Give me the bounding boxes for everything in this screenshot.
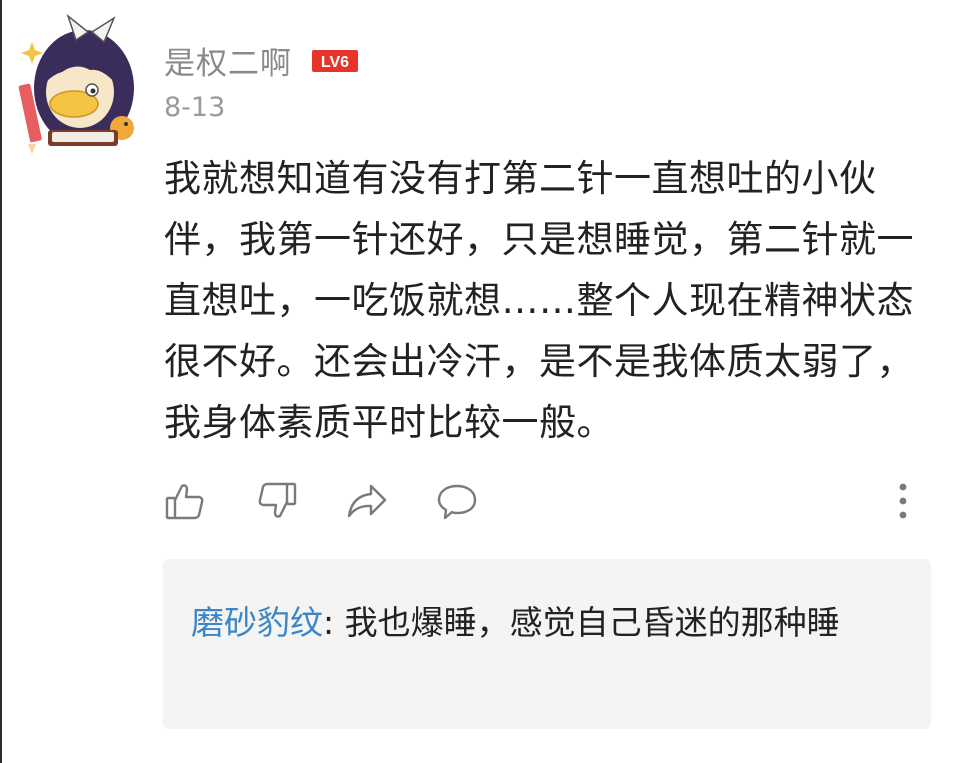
reply-separator: : (323, 603, 345, 642)
username-row: 是权二啊 LV6 (164, 38, 358, 83)
avatar[interactable] (18, 12, 138, 154)
timestamp: 8-13 (164, 92, 226, 123)
reply-button[interactable] (434, 478, 480, 524)
more-button[interactable] (880, 478, 926, 524)
level-badge-icon: LV6 (312, 49, 358, 72)
reply-author[interactable]: 磨砂豹纹 (191, 603, 323, 642)
more-vertical-icon (899, 483, 907, 519)
thumbs-up-icon (165, 484, 204, 520)
username[interactable]: 是权二啊 (164, 38, 292, 83)
level-badge: LV6 (312, 49, 358, 73)
action-bar (162, 478, 922, 524)
anime-girl-avatar-icon (18, 13, 134, 154)
speech-bubble-icon (437, 484, 477, 520)
dislike-button[interactable] (254, 478, 300, 524)
comment-body: 我就想知道有没有打第二针一直想吐的小伙伴，我第一针还好，只是想睡觉，第二针就一直… (164, 157, 914, 444)
share-arrow-icon (347, 484, 387, 518)
reply-preview[interactable]: 磨砂豹纹: 我也爆睡，感觉自己昏迷的那种睡 (163, 559, 931, 729)
like-button[interactable] (162, 478, 208, 524)
comment-card: 是权二啊 LV6 8-13 我就想知道有没有打第二针一直想吐的小伙伴，我第一针还… (0, 0, 960, 763)
thumbs-down-icon (258, 482, 297, 518)
reply-text: 我也爆睡，感觉自己昏迷的那种睡 (344, 603, 840, 642)
level-badge-text: LV6 (321, 54, 349, 71)
share-button[interactable] (344, 478, 390, 524)
